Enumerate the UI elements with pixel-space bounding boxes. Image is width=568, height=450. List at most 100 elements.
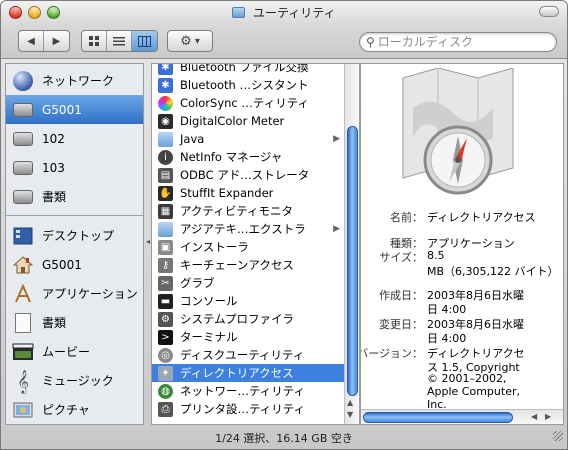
sidebar-item-g5001-disk[interactable]: G5001 xyxy=(6,95,143,124)
compass-icon: ✦ xyxy=(158,365,173,381)
sidebar-item-label: ネットワーク xyxy=(42,74,115,88)
list-item[interactable]: ✱ Bluetooth ファイル交換 xyxy=(152,64,344,76)
sidebar-item-label: デスクトップ xyxy=(42,229,115,243)
icon-view-button[interactable] xyxy=(82,31,107,51)
list-item[interactable]: ColorSync …ティリティ xyxy=(152,94,344,112)
list-item-label: ネットワー…ティリティ xyxy=(180,384,306,398)
music-icon: 𝄞 xyxy=(17,368,29,393)
app-icon: ⎙ xyxy=(158,401,173,417)
sidebar-resize-handle[interactable]: ◂ xyxy=(146,237,150,246)
folder-icon xyxy=(232,7,246,18)
created-time-value: 日 4:00 xyxy=(427,303,467,316)
list-item[interactable]: ◎ ディスクユーティリティ xyxy=(152,346,344,364)
size-value: 8.5 xyxy=(427,249,445,262)
search-field[interactable]: ⚲ xyxy=(359,32,557,52)
list-item-label: ディスクユーティリティ xyxy=(180,348,305,362)
scroll-up-icon[interactable]: ▲ xyxy=(347,398,353,407)
horizontal-scrollbar[interactable]: ◀ ▶ xyxy=(361,409,563,424)
sidebar-item-documents-disk[interactable]: 書類 xyxy=(6,182,143,211)
sidebar-item-network[interactable]: ネットワーク xyxy=(6,66,143,95)
scroll-down-icon[interactable]: ▼ xyxy=(347,410,353,419)
sidebar-item-home[interactable]: G5001 xyxy=(6,250,143,279)
list-item-label: システムプロファイラ xyxy=(180,312,294,326)
scroll-left-icon[interactable]: ◀ xyxy=(531,412,537,421)
list-item[interactable]: ⚷ キーチェーンアクセス xyxy=(152,256,344,274)
app-icon: ▤ xyxy=(158,167,173,183)
app-icon: ▬ xyxy=(158,293,173,309)
app-icon: ✱ xyxy=(158,77,173,93)
created-label: 作成日： xyxy=(379,289,423,302)
desktop-icon xyxy=(12,225,34,247)
list-item[interactable]: ◍ ネットワー…ティリティ xyxy=(152,382,344,400)
window-title-area: ユーティリティ xyxy=(1,4,567,20)
app-icon: ◎ xyxy=(158,347,173,363)
resize-grip[interactable] xyxy=(553,431,563,441)
sidebar-item-music[interactable]: 𝄞 ミュージック xyxy=(6,366,143,395)
sidebar-divider xyxy=(6,215,143,216)
sidebar-item-applications[interactable]: アプリケーション xyxy=(6,279,143,308)
folder-icon xyxy=(158,131,173,147)
list-item[interactable]: ✦ ディレクトリアクセス xyxy=(152,364,344,382)
sidebar-item-pictures[interactable]: ピクチャ xyxy=(6,395,143,424)
list-item[interactable]: > ターミナル xyxy=(152,328,344,346)
title-bar: ユーティリティ ◀ ▶ ⚙ ▾ ⚲ ローカルディスク xyxy=(1,1,567,59)
chevron-down-icon: ▾ xyxy=(194,35,200,47)
list-item-label: コンソール xyxy=(180,294,238,308)
list-item[interactable]: ▤ ODBC アド…ストレータ xyxy=(152,166,344,184)
app-icon: ▣ xyxy=(158,239,173,255)
scrollbar-thumb[interactable] xyxy=(347,126,358,396)
icon-view-icon xyxy=(89,36,99,46)
column-view-button[interactable] xyxy=(132,31,157,51)
action-menu-button[interactable]: ⚙ ▾ xyxy=(167,30,213,52)
list-item-label: DigitalColor Meter xyxy=(180,114,285,128)
list-item[interactable]: ▬ コンソール xyxy=(152,292,344,310)
list-item[interactable]: ▣ インストーラ xyxy=(152,238,344,256)
sidebar-item-103[interactable]: 103 xyxy=(6,153,143,182)
list-item[interactable]: i NetInfo マネージャ xyxy=(152,148,344,166)
forward-button[interactable]: ▶ xyxy=(44,31,69,51)
list-item-label: Java xyxy=(180,132,205,146)
hard-disk-icon xyxy=(12,99,34,121)
list-view-button[interactable] xyxy=(107,31,132,51)
back-arrow-icon: ◀ xyxy=(27,35,35,47)
list-item-label: インストーラ xyxy=(180,240,249,254)
globe-icon xyxy=(12,70,34,92)
list-item[interactable]: ✂ グラブ xyxy=(152,274,344,292)
sidebar-item-label: ムービー xyxy=(42,345,91,359)
folder-icon xyxy=(158,221,173,237)
hard-disk-icon xyxy=(12,186,34,208)
app-icon: ✋ xyxy=(158,185,173,201)
applications-icon xyxy=(12,283,34,305)
sidebar-item-label: 103 xyxy=(42,160,65,175)
status-text: 1/24 選択、16.14 GB 空き xyxy=(215,432,353,445)
list-item[interactable]: ✱ Bluetooth …シスタント xyxy=(152,76,344,94)
back-button[interactable]: ◀ xyxy=(19,31,45,51)
list-item[interactable]: アジアテキ…エクストラ ▶ xyxy=(152,220,344,238)
scrollbar-thumb[interactable] xyxy=(363,412,513,423)
sidebar-item-documents[interactable]: 書類 xyxy=(6,308,143,337)
hard-disk-icon xyxy=(12,157,34,179)
movies-icon xyxy=(12,341,34,363)
list-item[interactable]: Java ▶ xyxy=(152,130,344,148)
back-forward-group: ◀ ▶ xyxy=(18,30,70,52)
list-item[interactable]: ⎙ プリンタ設…ティリティ xyxy=(152,400,344,418)
list-item[interactable]: ◉ DigitalColor Meter xyxy=(152,112,344,130)
list-item[interactable]: ⚙ システムプロファイラ xyxy=(152,310,344,328)
sidebar-item-label: ピクチャ xyxy=(42,403,90,417)
sidebar-item-movies[interactable]: ムービー xyxy=(6,337,143,366)
list-item[interactable]: ▦ アクティビティモニタ xyxy=(152,202,344,220)
search-input[interactable] xyxy=(377,35,548,49)
sidebar-item-label: 102 xyxy=(42,131,65,146)
app-icon xyxy=(158,95,173,111)
preview-column: 名前： ディレクトリアクセス 種類： アプリケーション サイズ： 8.5 MB（… xyxy=(360,63,564,425)
sidebar-item-102[interactable]: 102 xyxy=(6,124,143,153)
sidebar-item-label: 書類 xyxy=(42,316,67,330)
size-bytes-value: MB（6,305,122 バイト） xyxy=(427,265,559,278)
sidebar-item-desktop[interactable]: デスクトップ xyxy=(6,221,143,250)
list-item-label: キーチェーンアクセス xyxy=(180,258,294,272)
file-column: ✱ Bluetooth ファイル交換 ✱ Bluetooth …シスタント Co… xyxy=(151,63,360,425)
scroll-right-icon[interactable]: ▶ xyxy=(545,412,551,421)
pictures-icon xyxy=(12,399,34,421)
file-column-scrollbar[interactable]: ▲ ▼ xyxy=(344,64,359,424)
list-item[interactable]: ✋ StuffIt Expander xyxy=(152,184,344,202)
